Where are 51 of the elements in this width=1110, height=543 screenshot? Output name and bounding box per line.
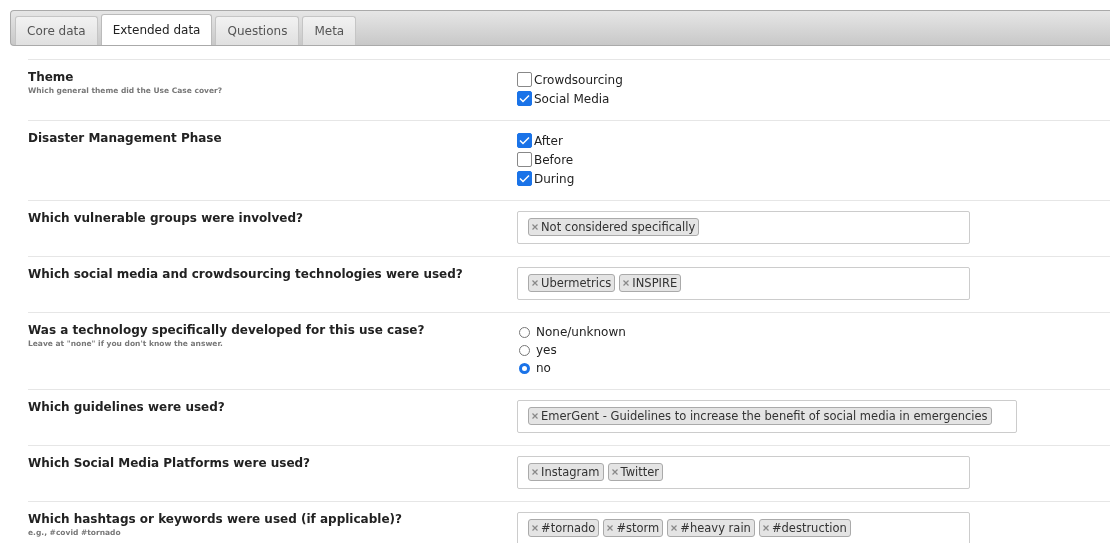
remove-icon[interactable]: [532, 413, 538, 419]
tag-input-field[interactable]: Ubermetrics INSPIRE: [517, 267, 970, 300]
option-label: None/unknown: [536, 325, 626, 339]
field-label: Disaster Management Phase: [28, 131, 223, 145]
field-label: Which hashtags or keywords were used (if applicable)?: [28, 512, 403, 526]
remove-icon[interactable]: [532, 469, 538, 475]
field-label: Which vulnerable groups were involved?: [28, 211, 304, 225]
tag-chip[interactable]: Instagram: [528, 463, 604, 481]
tag-chip[interactable]: INSPIRE: [619, 274, 682, 292]
tag-chip[interactable]: #tornado: [528, 519, 600, 537]
remove-icon[interactable]: [671, 525, 678, 531]
option-label: Social Media: [534, 91, 610, 106]
field-label: Was a technology specifically developed for this use case?: [28, 323, 426, 337]
tag-input-field[interactable]: Instagram Twitter: [517, 456, 970, 489]
radio-button[interactable]: [519, 362, 530, 374]
option-label: yes: [536, 343, 557, 357]
option-label: Before: [534, 152, 574, 167]
tag-chip[interactable]: Twitter: [607, 463, 664, 481]
tag-chip[interactable]: #storm: [603, 519, 664, 537]
tag-input-field[interactable]: Not considered specifically: [517, 211, 970, 244]
option-label: no: [536, 361, 551, 375]
tag-input-field[interactable]: EmerGent - Guidelines to increase the benefit of social media in emergencies: [517, 400, 1017, 433]
tag-input-field[interactable]: #tornado #storm #heavy rain #destruction: [517, 512, 970, 543]
remove-icon[interactable]: [623, 280, 630, 286]
remove-icon[interactable]: [532, 280, 538, 286]
checkbox[interactable]: [517, 72, 532, 87]
tab[interactable]: Meta: [302, 16, 357, 45]
tab[interactable]: Core data: [15, 16, 98, 45]
checkbox[interactable]: [517, 171, 532, 186]
remove-icon[interactable]: [611, 469, 618, 475]
tag-chip[interactable]: EmerGent - Guidelines to increase the benefit of social media in emergencies: [528, 407, 992, 425]
field-label: Which social media and crowdsourcing technologies were used?: [28, 267, 464, 281]
remove-icon[interactable]: [762, 525, 769, 531]
tag-chip[interactable]: Not considered specifically: [528, 218, 700, 236]
tab[interactable]: Questions: [215, 16, 300, 45]
option-label: After: [534, 133, 563, 148]
checkbox[interactable]: [517, 133, 532, 148]
checkbox[interactable]: [517, 91, 532, 106]
field-label: Which guidelines were used?: [28, 400, 226, 414]
tag-chip[interactable]: #heavy rain: [667, 519, 755, 537]
field-label: Theme: [28, 70, 75, 84]
remove-icon[interactable]: [532, 525, 538, 531]
remove-icon[interactable]: [532, 224, 538, 230]
tag-chip[interactable]: #destruction: [758, 519, 851, 537]
option-label: During: [534, 171, 575, 186]
option-label: Crowdsourcing: [534, 72, 623, 87]
checkbox[interactable]: [517, 152, 532, 167]
tab[interactable]: Extended data: [100, 14, 213, 45]
field-label: Which Social Media Platforms were used?: [28, 456, 312, 470]
tag-chip[interactable]: Ubermetrics: [528, 274, 616, 292]
remove-icon[interactable]: [607, 525, 614, 531]
